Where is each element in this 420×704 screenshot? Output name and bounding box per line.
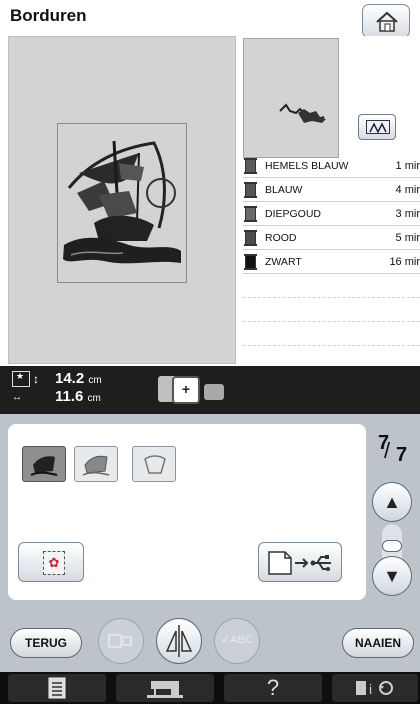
- action-row: TERUG ✓ABC NAAIEN: [0, 612, 420, 672]
- bottom-taskbar: ? i: [0, 672, 420, 704]
- design-width: 11.6 cm: [55, 388, 101, 405]
- abc-text: ABC: [230, 634, 253, 646]
- page-total: 7: [396, 444, 408, 466]
- thread-spool-icon: [244, 206, 257, 222]
- back-button[interactable]: TERUG: [10, 628, 82, 658]
- thumbnail-image: [279, 103, 326, 123]
- home-icon: [376, 11, 398, 32]
- ship-outline-pattern-icon: [82, 455, 110, 476]
- flower-icon: ✿: [43, 551, 65, 575]
- stitch-pattern-button[interactable]: ✿: [18, 542, 84, 582]
- thread-name: BLAUW: [265, 184, 303, 196]
- width-value: 11.6: [55, 388, 84, 405]
- thread-spool-icon: [244, 182, 257, 198]
- pattern-button-ship-selected[interactable]: [22, 446, 66, 482]
- thread-spool-icon: [244, 254, 257, 270]
- width-unit: cm: [87, 393, 101, 404]
- design-thumbnail: [243, 38, 339, 158]
- save-to-usb-button[interactable]: [258, 542, 342, 582]
- thread-spool-icon: [244, 158, 257, 174]
- thread-time: 5 mir: [395, 232, 420, 244]
- hoop-layout-icon: [108, 634, 132, 648]
- page-slash: /: [384, 438, 391, 463]
- thread-row: ROOD 5 mir: [243, 226, 420, 250]
- machine-button[interactable]: [116, 674, 214, 702]
- thread-name: DIEPGOUD: [265, 208, 322, 220]
- hoop-size-indicator: +: [158, 376, 228, 404]
- design-area: HEMELS BLAUW 1 mir BLAUW 4 mir DIEPGOUD …: [0, 36, 420, 366]
- height-value: 14.2: [55, 370, 85, 387]
- arrow-down-icon: ▼: [383, 566, 401, 586]
- document-icon: [48, 677, 66, 699]
- thread-row: BLAUW 4 mir: [243, 178, 420, 202]
- design-size-icon: ★: [12, 371, 30, 387]
- pattern-button-outline[interactable]: [132, 446, 176, 482]
- scroll-down-button[interactable]: ▼: [372, 556, 412, 596]
- thread-name: HEMELS BLAUW: [265, 160, 349, 172]
- page-indicator: 7 / 7: [372, 432, 412, 472]
- help-button[interactable]: ?: [224, 674, 322, 702]
- small-hoop-icon: [204, 384, 224, 400]
- thread-row-empty: [243, 322, 420, 346]
- ship-pattern-icon: [30, 456, 58, 476]
- thread-name: ROOD: [265, 232, 297, 244]
- embroidery-preview: [8, 36, 236, 364]
- hoop-layout-button[interactable]: [98, 618, 144, 664]
- design-height: 14.2 cm: [55, 370, 102, 387]
- pattern-panel: ✿: [8, 424, 366, 600]
- arrow-up-icon: ▲: [383, 492, 401, 512]
- page-title: Borduren: [10, 6, 87, 25]
- sewing-trial-button[interactable]: [358, 114, 396, 140]
- thread-time: 3 mir: [395, 208, 420, 220]
- scroll-up-button[interactable]: ▲: [372, 482, 412, 522]
- check-abc-label: ✓ABC: [221, 634, 253, 646]
- height-arrow-icon: ↕: [33, 372, 39, 386]
- sew-button[interactable]: NAAIEN: [342, 628, 414, 658]
- mirror-icon: [165, 625, 193, 657]
- page-scroll-column: 7 / 7 ▲ ▼: [370, 424, 416, 600]
- thread-row-empty: [243, 298, 420, 322]
- thread-name: ZWART: [265, 256, 302, 268]
- svg-text:i: i: [369, 681, 372, 697]
- check-abc-button[interactable]: ✓ABC: [214, 618, 260, 664]
- stitch-icon: [366, 120, 390, 134]
- document-button[interactable]: [8, 674, 106, 702]
- settings-button[interactable]: i: [332, 674, 418, 702]
- thread-row: HEMELS BLAUW 1 mir: [243, 154, 420, 178]
- sewing-machine-icon: [147, 681, 183, 698]
- thread-time: 16 mir: [389, 256, 420, 268]
- selected-hoop-icon: +: [172, 376, 200, 404]
- control-area: ✿ 7 / 7 ▲ ▼ TERUG ✓ABC NAAIEN: [0, 414, 420, 672]
- thread-row: DIEPGOUD 3 mir: [243, 202, 420, 226]
- question-icon: ?: [266, 675, 280, 700]
- thread-row-empty: [243, 274, 420, 298]
- save-usb-icon: [268, 551, 331, 575]
- scroll-thumb[interactable]: [382, 540, 402, 552]
- thread-color-list: HEMELS BLAUW 1 mir BLAUW 4 mir DIEPGOUD …: [243, 154, 420, 366]
- width-arrow-icon: ↔: [12, 392, 22, 403]
- header: Borduren: [0, 0, 420, 38]
- thread-time: 1 mir: [395, 160, 420, 172]
- ship-design-image: [63, 140, 181, 264]
- height-unit: cm: [88, 375, 102, 386]
- thread-time: 4 mir: [395, 184, 420, 196]
- thread-row: ZWART 16 mir: [243, 250, 420, 274]
- pattern-button-ship-variant[interactable]: [74, 446, 118, 482]
- thread-spool-icon: [244, 230, 257, 246]
- home-button[interactable]: [362, 4, 410, 38]
- settings-icon: i: [356, 681, 393, 697]
- outline-pattern-icon: [144, 455, 166, 474]
- mirror-button[interactable]: [156, 618, 202, 664]
- design-info-bar: ★ ↕ ↔ 14.2 cm 11.6 cm +: [0, 366, 420, 414]
